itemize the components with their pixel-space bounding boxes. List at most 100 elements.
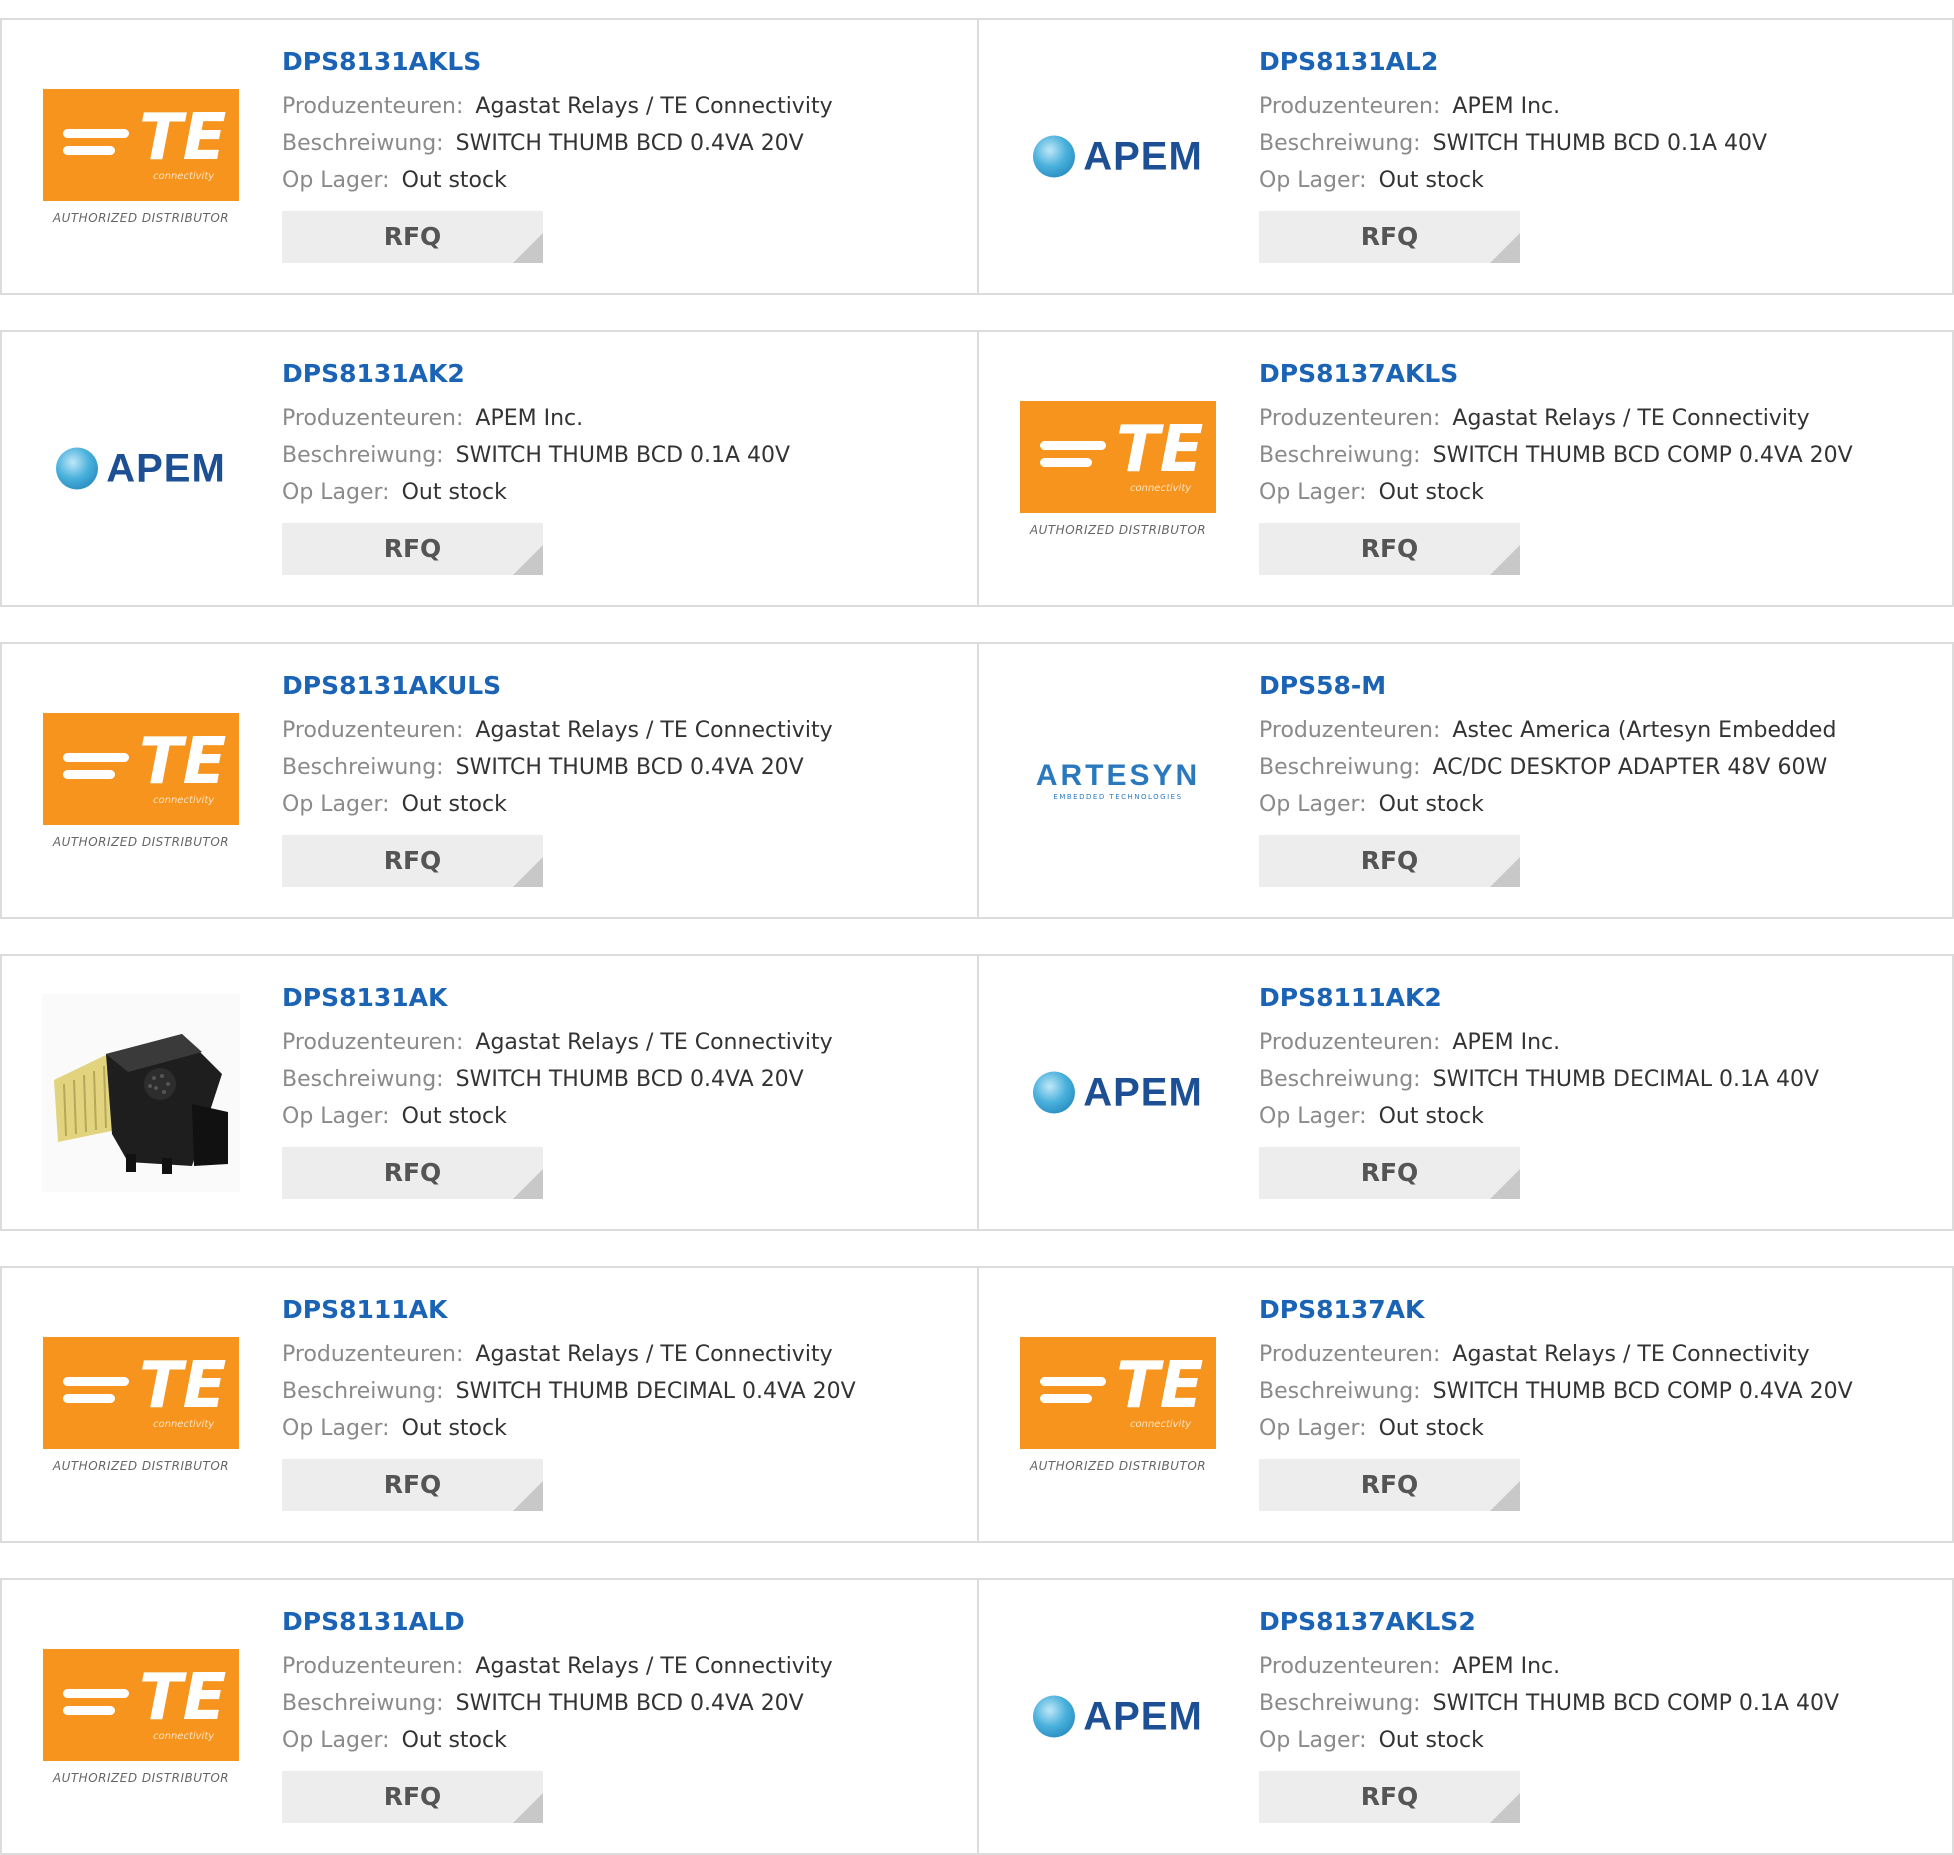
- product-info: DPS8137AK Produzenteuren: Agastat Relays …: [1259, 1294, 1942, 1511]
- rfq-button[interactable]: RFQ: [1259, 835, 1520, 887]
- product-info: DPS8111AK2 Produzenteuren: APEM Inc. Besc…: [1259, 982, 1942, 1199]
- te-logo-lines: [1040, 1376, 1106, 1411]
- description-label: Beschreiwung:: [282, 1067, 444, 1092]
- rfq-label: RFQ: [383, 222, 442, 251]
- manufacturer-value: Agastat Relays / TE Connectivity: [1452, 406, 1810, 431]
- description-value: SWITCH THUMB BCD 0.1A 40V: [1432, 131, 1768, 156]
- rfq-button[interactable]: RFQ: [1259, 1147, 1520, 1199]
- stock-label: Op Lager:: [282, 1728, 390, 1753]
- manufacturer-logo[interactable]: APEM: [1019, 1070, 1217, 1115]
- rfq-button[interactable]: RFQ: [282, 211, 543, 263]
- manufacturer-logo[interactable]: TE connectivity AUTHORIZED DISTRIBUTOR: [42, 712, 240, 849]
- apem-logo: APEM: [56, 446, 226, 491]
- manufacturer-row: Produzenteuren: Agastat Relays / TE Conne…: [1259, 1336, 1942, 1373]
- stock-label: Op Lager:: [282, 168, 390, 193]
- manufacturer-label: Produzenteuren:: [1259, 1030, 1441, 1055]
- stock-label: Op Lager:: [282, 1416, 390, 1441]
- rfq-button[interactable]: RFQ: [1259, 1459, 1520, 1511]
- manufacturer-logo[interactable]: TE connectivity AUTHORIZED DISTRIBUTOR: [42, 88, 240, 225]
- part-number-link[interactable]: DPS58-M: [1259, 670, 1942, 702]
- authorized-distributor-text: AUTHORIZED DISTRIBUTOR: [52, 210, 230, 225]
- stock-label: Op Lager:: [1259, 1416, 1367, 1441]
- stock-row: Op Lager: Out stock: [282, 1410, 967, 1447]
- manufacturer-logo[interactable]: TE connectivity AUTHORIZED DISTRIBUTOR: [42, 1336, 240, 1473]
- manufacturer-logo[interactable]: TE connectivity AUTHORIZED DISTRIBUTOR: [1019, 1336, 1217, 1473]
- manufacturer-row: Produzenteuren: Agastat Relays / TE Conne…: [282, 1024, 967, 1061]
- thumbwheel-switch-image: [54, 1033, 228, 1174]
- rfq-corner-decoration: [1490, 233, 1520, 263]
- rfq-button[interactable]: RFQ: [1259, 523, 1520, 575]
- part-number-link[interactable]: DPS8137AKLS2: [1259, 1606, 1942, 1638]
- manufacturer-value: APEM Inc.: [1452, 94, 1561, 119]
- rfq-corner-decoration: [1490, 545, 1520, 575]
- manufacturer-logo[interactable]: TE connectivity AUTHORIZED DISTRIBUTOR: [42, 1648, 240, 1785]
- part-number-link[interactable]: DPS8131ALD: [282, 1606, 967, 1638]
- description-value: AC/DC DESKTOP ADAPTER 48V 60W: [1432, 755, 1828, 780]
- description-label: Beschreiwung:: [1259, 1379, 1421, 1404]
- rfq-button[interactable]: RFQ: [1259, 211, 1520, 263]
- rfq-button[interactable]: RFQ: [282, 835, 543, 887]
- stock-row: Op Lager: Out stock: [1259, 786, 1942, 823]
- manufacturer-logo[interactable]: TE connectivity AUTHORIZED DISTRIBUTOR: [1019, 400, 1217, 537]
- part-number-link[interactable]: DPS8131AL2: [1259, 46, 1942, 78]
- rfq-corner-decoration: [1490, 1481, 1520, 1511]
- apem-logo-text: APEM: [106, 446, 226, 490]
- rfq-button[interactable]: RFQ: [282, 1147, 543, 1199]
- description-row: Beschreiwung: SWITCH THUMB BCD 0.4VA 20V: [282, 749, 967, 786]
- product-info: DPS8131AK2 Produzenteuren: APEM Inc. Besc…: [282, 358, 967, 575]
- product-info: DPS58-M Produzenteuren: Astec America (Ar…: [1259, 670, 1942, 887]
- te-logo-box: TE connectivity: [43, 712, 239, 825]
- te-logo-box: TE connectivity: [43, 1648, 239, 1761]
- apem-globe-icon: [1033, 1695, 1076, 1738]
- rfq-button[interactable]: RFQ: [1259, 1771, 1520, 1823]
- part-number-link[interactable]: DPS8131AK: [282, 982, 967, 1014]
- product-info: DPS8131AL2 Produzenteuren: APEM Inc. Besc…: [1259, 46, 1942, 263]
- description-label: Beschreiwung:: [282, 443, 444, 468]
- manufacturer-label: Produzenteuren:: [282, 94, 464, 119]
- manufacturer-value: Agastat Relays / TE Connectivity: [475, 1030, 833, 1055]
- te-logo-box: TE connectivity: [1020, 1336, 1216, 1449]
- stock-row: Op Lager: Out stock: [282, 1098, 967, 1135]
- manufacturer-logo[interactable]: APEM: [42, 446, 240, 491]
- te-connectivity-logo: TE connectivity AUTHORIZED DISTRIBUTOR: [43, 1336, 239, 1473]
- stock-row: Op Lager: Out stock: [282, 786, 967, 823]
- description-row: Beschreiwung: SWITCH THUMB DECIMAL 0.4VA …: [282, 1373, 967, 1410]
- stock-label: Op Lager:: [1259, 792, 1367, 817]
- stock-value: Out stock: [1378, 792, 1484, 817]
- part-number-link[interactable]: DPS8137AK: [1259, 1294, 1942, 1326]
- stock-value: Out stock: [1378, 1104, 1484, 1129]
- authorized-distributor-text: AUTHORIZED DISTRIBUTOR: [52, 834, 230, 849]
- rfq-label: RFQ: [383, 1470, 442, 1499]
- description-row: Beschreiwung: SWITCH THUMB BCD 0.4VA 20V: [282, 1061, 967, 1098]
- manufacturer-value: APEM Inc.: [475, 406, 584, 431]
- manufacturer-logo[interactable]: APEM: [1019, 1694, 1217, 1739]
- rfq-button[interactable]: RFQ: [282, 1771, 543, 1823]
- authorized-distributor-text: AUTHORIZED DISTRIBUTOR: [52, 1770, 230, 1785]
- apem-logo: APEM: [1033, 134, 1203, 179]
- manufacturer-logo[interactable]: APEM: [1019, 134, 1217, 179]
- description-row: Beschreiwung: SWITCH THUMB DECIMAL 0.1A 4…: [1259, 1061, 1942, 1098]
- description-label: Beschreiwung:: [282, 1379, 444, 1404]
- manufacturer-value: APEM Inc.: [1452, 1030, 1561, 1055]
- rfq-button[interactable]: RFQ: [282, 523, 543, 575]
- part-number-link[interactable]: DPS8131AK2: [282, 358, 967, 390]
- te-logo-box: TE connectivity: [1020, 400, 1216, 513]
- rfq-label: RFQ: [1360, 222, 1419, 251]
- part-number-link[interactable]: DPS8111AK2: [1259, 982, 1942, 1014]
- manufacturer-value: Agastat Relays / TE Connectivity: [475, 1342, 833, 1367]
- manufacturer-logo[interactable]: ARTESYN EMBEDDED TECHNOLOGIES: [1019, 760, 1217, 801]
- description-value: SWITCH THUMB BCD 0.4VA 20V: [455, 131, 804, 156]
- authorized-distributor-text: AUTHORIZED DISTRIBUTOR: [1029, 1458, 1207, 1473]
- part-number-link[interactable]: DPS8137AKLS: [1259, 358, 1942, 390]
- rfq-corner-decoration: [513, 545, 543, 575]
- manufacturer-label: Produzenteuren:: [282, 1030, 464, 1055]
- manufacturer-logo[interactable]: [42, 993, 240, 1192]
- manufacturer-row: Produzenteuren: APEM Inc.: [1259, 88, 1942, 125]
- part-number-link[interactable]: DPS8111AK: [282, 1294, 967, 1326]
- part-number-link[interactable]: DPS8131AKLS: [282, 46, 967, 78]
- description-row: Beschreiwung: AC/DC DESKTOP ADAPTER 48V 6…: [1259, 749, 1942, 786]
- authorized-distributor-text: AUTHORIZED DISTRIBUTOR: [52, 1458, 230, 1473]
- part-number-link[interactable]: DPS8131AKULS: [282, 670, 967, 702]
- rfq-button[interactable]: RFQ: [282, 1459, 543, 1511]
- product-card: TE connectivity AUTHORIZED DISTRIBUTOR D…: [0, 1266, 979, 1543]
